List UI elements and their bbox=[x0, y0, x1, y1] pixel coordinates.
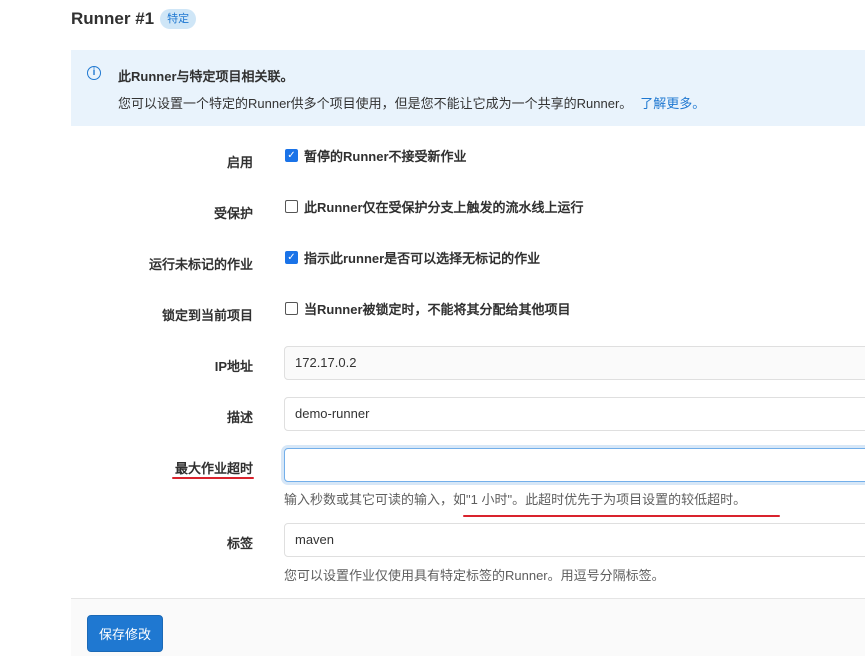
active-checkbox-row[interactable]: ✓ 暂停的Runner不接受新作业 bbox=[285, 146, 467, 165]
active-checkbox[interactable]: ✓ bbox=[285, 149, 298, 162]
locked-label: 锁定到当前项目 bbox=[161, 308, 253, 323]
protected-checkbox-label: 此Runner仅在受保护分支上触发的流水线上运行 bbox=[304, 200, 584, 215]
max-timeout-label: 最大作业超时 bbox=[174, 461, 253, 476]
tags-label: 标签 bbox=[226, 536, 253, 551]
active-label: 启用 bbox=[226, 155, 253, 170]
run-untagged-checkbox-row[interactable]: ✓ 指示此runner是否可以选择无标记的作业 bbox=[285, 248, 540, 267]
ip-address-field: 172.17.0.2 bbox=[284, 346, 865, 380]
info-text: 您可以设置一个特定的Runner供多个项目使用，但是您不能让它成为一个共享的Ru… bbox=[118, 93, 705, 112]
learn-more-link[interactable]: 了解更多。 bbox=[640, 96, 705, 111]
max-timeout-help: 输入秒数或其它可读的输入，如"1 小时"。此超时优先于为项目设置的较低超时。 bbox=[284, 492, 747, 507]
description-label: 描述 bbox=[226, 410, 253, 425]
locked-checkbox-row[interactable]: 当Runner被锁定时，不能将其分配给其他项目 bbox=[285, 299, 571, 318]
active-checkbox-label: 暂停的Runner不接受新作业 bbox=[304, 149, 467, 164]
run-untagged-checkbox-label: 指示此runner是否可以选择无标记的作业 bbox=[304, 251, 541, 266]
protected-checkbox-row[interactable]: 此Runner仅在受保护分支上触发的流水线上运行 bbox=[285, 197, 584, 216]
tags-input[interactable]: maven bbox=[284, 523, 865, 557]
locked-checkbox[interactable] bbox=[285, 302, 298, 315]
locked-checkbox-label: 当Runner被锁定时，不能将其分配给其他项目 bbox=[304, 302, 571, 317]
info-title: 此Runner与特定项目相关联。 bbox=[118, 69, 294, 84]
label-underline-annotation bbox=[172, 477, 254, 479]
info-icon: i bbox=[87, 66, 101, 80]
info-alert: i 此Runner与特定项目相关联。 您可以设置一个特定的Runner供多个项目… bbox=[71, 50, 865, 126]
run-untagged-label: 运行未标记的作业 bbox=[148, 257, 253, 272]
page-header: Runner #1 特定 bbox=[71, 9, 197, 29]
form-footer: 保存修改 bbox=[71, 598, 865, 656]
protected-checkbox[interactable] bbox=[285, 200, 298, 213]
description-input[interactable]: demo-runner bbox=[284, 397, 865, 431]
tags-help: 您可以设置作业仅使用具有特定标签的Runner。用逗号分隔标签。 bbox=[284, 568, 665, 583]
runner-type-badge: 特定 bbox=[160, 9, 197, 29]
help-underline-annotation bbox=[463, 515, 780, 517]
info-description: 您可以设置一个特定的Runner供多个项目使用，但是您不能让它成为一个共享的Ru… bbox=[118, 96, 633, 111]
max-timeout-input[interactable] bbox=[284, 448, 865, 482]
protected-label: 受保护 bbox=[213, 206, 253, 221]
save-changes-button[interactable]: 保存修改 bbox=[87, 615, 164, 652]
page-title: Runner #1 bbox=[71, 9, 155, 28]
run-untagged-checkbox[interactable]: ✓ bbox=[285, 251, 298, 264]
ip-label: IP地址 bbox=[214, 359, 253, 374]
